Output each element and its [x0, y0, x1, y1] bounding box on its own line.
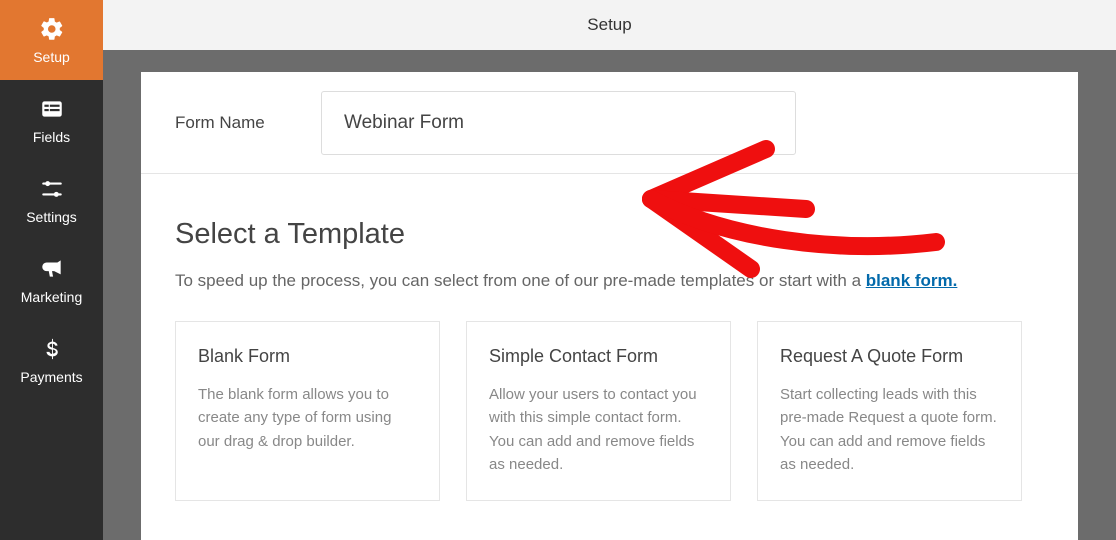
sidebar-item-payments[interactable]: Payments [0, 320, 103, 400]
sidebar-item-label: Setup [33, 49, 70, 65]
sidebar-item-label: Settings [26, 209, 77, 225]
template-card-desc: The blank form allows you to create any … [198, 383, 417, 453]
template-card-simple-contact[interactable]: Simple Contact Form Allow your users to … [466, 321, 731, 501]
list-icon [38, 95, 66, 123]
sidebar-item-label: Fields [33, 129, 70, 145]
template-card-desc: Allow your users to contact you with thi… [489, 383, 708, 476]
setup-panel: Form Name Select a Template To speed up … [141, 72, 1078, 540]
page-title: Setup [103, 0, 1116, 50]
dollar-icon [38, 335, 66, 363]
template-card-request-quote[interactable]: Request A Quote Form Start collecting le… [757, 321, 1022, 501]
template-card-desc: Start collecting leads with this pre-mad… [780, 383, 999, 476]
template-card-title: Request A Quote Form [780, 346, 999, 367]
sidebar-item-marketing[interactable]: Marketing [0, 240, 103, 320]
sidebar: Setup Fields Settings Marketing Payments [0, 0, 103, 540]
bullhorn-icon [38, 255, 66, 283]
template-card-title: Simple Contact Form [489, 346, 708, 367]
gear-icon [38, 15, 66, 43]
template-description: To speed up the process, you can select … [175, 271, 1044, 291]
sidebar-item-setup[interactable]: Setup [0, 0, 103, 80]
form-name-input[interactable] [321, 91, 796, 155]
template-card-title: Blank Form [198, 346, 417, 367]
sidebar-item-label: Marketing [21, 289, 82, 305]
template-card-blank[interactable]: Blank Form The blank form allows you to … [175, 321, 440, 501]
sidebar-item-label: Payments [20, 369, 82, 385]
blank-form-link[interactable]: blank form. [866, 271, 958, 290]
sidebar-item-fields[interactable]: Fields [0, 80, 103, 160]
sidebar-item-settings[interactable]: Settings [0, 160, 103, 240]
form-name-label: Form Name [175, 113, 321, 133]
template-heading: Select a Template [175, 218, 1044, 251]
sliders-icon [38, 175, 66, 203]
